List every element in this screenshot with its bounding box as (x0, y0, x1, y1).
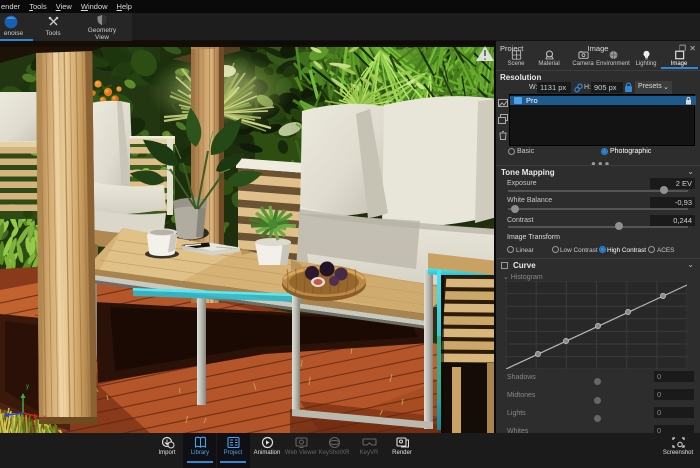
svg-text:y: y (26, 384, 29, 390)
svg-text:x: x (43, 415, 46, 421)
